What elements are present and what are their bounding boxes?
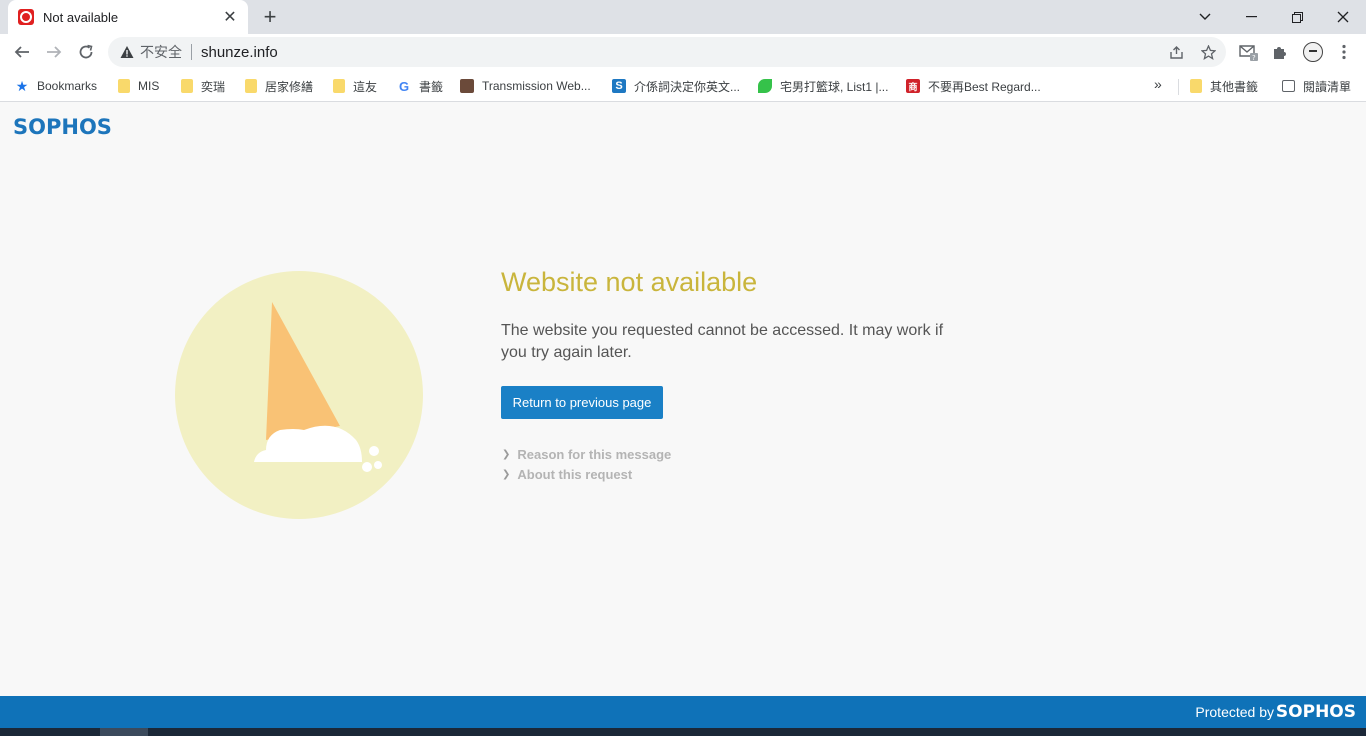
bookmark-item[interactable]: G 書籤 <box>397 76 443 96</box>
bookmark-label: 書籤 <box>419 79 444 94</box>
url-text[interactable]: shunze.info <box>201 44 278 61</box>
bookmark-folder[interactable]: 奕瑞 <box>181 76 225 96</box>
profile-avatar-icon[interactable] <box>1301 40 1325 64</box>
extensions-puzzle-icon[interactable] <box>1268 40 1292 64</box>
not-secure-warning-icon[interactable] <box>120 45 134 59</box>
link-label: About this request <box>517 467 633 482</box>
bookmark-label: 居家修繕 <box>265 79 314 94</box>
return-to-previous-page-button[interactable]: Return to previous page <box>501 386 663 419</box>
reading-list-button[interactable]: 閱讀清單 <box>1282 76 1351 96</box>
bookmark-folder[interactable]: MIS <box>118 76 159 96</box>
page-title: Website not available <box>501 267 758 297</box>
transmission-icon <box>460 79 474 93</box>
tab-search-chevron-icon[interactable] <box>1182 0 1228 34</box>
footer-sophos-logo: SOPHOS <box>1275 702 1356 722</box>
address-bar[interactable]: 不安全 shunze.info <box>108 37 1226 67</box>
bookmark-item[interactable]: 商 不要再Best Regard... <box>906 76 1041 96</box>
protected-by-label: Protected by <box>1195 704 1274 720</box>
bookmark-star-icon[interactable] <box>1198 42 1218 62</box>
folder-icon <box>118 79 130 93</box>
browser-tab[interactable]: Not available ✕ <box>8 0 248 34</box>
menu-kebab-icon[interactable] <box>1332 40 1356 64</box>
bookmark-item[interactable]: ★ Bookmarks <box>15 76 97 96</box>
folder-icon <box>181 79 193 93</box>
tab-strip: Not available ✕ + <box>0 0 1366 34</box>
back-arrow-icon[interactable] <box>8 38 36 66</box>
address-separator <box>191 44 192 60</box>
bookmark-label: 閱讀清單 <box>1303 79 1352 94</box>
gmail-extension-icon[interactable]: ? <box>1237 40 1261 64</box>
folder-icon <box>333 79 345 93</box>
tab-favicon-icon <box>18 9 34 25</box>
new-tab-button[interactable]: + <box>258 5 282 29</box>
leaf-icon <box>758 79 772 93</box>
bookmark-label: MIS <box>138 79 160 93</box>
star-icon: ★ <box>15 77 29 94</box>
security-label[interactable]: 不安全 <box>140 42 182 62</box>
bookmark-folder[interactable]: 居家修繕 <box>245 76 313 96</box>
bookmark-label: 介係詞決定你英文... <box>634 79 741 94</box>
reading-list-icon <box>1282 80 1295 92</box>
bookmark-label: 其他書籤 <box>1210 79 1259 94</box>
blocked-illustration <box>175 271 423 519</box>
forward-arrow-icon[interactable] <box>40 38 68 66</box>
bookmark-folder[interactable]: 這友 <box>333 76 377 96</box>
red-square-icon: 商 <box>906 79 920 93</box>
error-message: The website you requested cannot be acce… <box>501 322 944 361</box>
restore-window-icon[interactable] <box>1274 0 1320 34</box>
reason-for-message-link[interactable]: ❯ Reason for this message <box>502 447 671 462</box>
bookmark-label: 不要再Best Regard... <box>928 79 1041 94</box>
illustration-dot <box>374 461 382 469</box>
share-icon[interactable] <box>1166 42 1186 62</box>
page-content: SOPHOS Website not available The website… <box>0 103 1366 696</box>
reload-icon[interactable] <box>72 38 100 66</box>
folder-icon <box>245 79 257 93</box>
sophos-logo: SOPHOS <box>13 115 112 139</box>
chevron-right-icon: ❯ <box>502 469 511 480</box>
svg-text:?: ? <box>1252 54 1256 61</box>
bookmark-label: Bookmarks <box>37 79 98 93</box>
bookmark-item[interactable]: S 介係詞決定你英文... <box>612 76 740 96</box>
s-icon: S <box>612 79 626 93</box>
bookmark-label: 這友 <box>353 79 378 94</box>
os-taskbar <box>0 728 1366 736</box>
about-this-request-link[interactable]: ❯ About this request <box>502 467 632 482</box>
close-tab-icon[interactable]: ✕ <box>222 7 238 27</box>
footer-bar: Protected by SOPHOS <box>0 696 1366 728</box>
bookmark-item[interactable]: Transmission Web... <box>460 76 591 96</box>
bookmark-label: Transmission Web... <box>482 79 591 93</box>
bookmark-label: 奕瑞 <box>201 79 226 94</box>
close-window-icon[interactable] <box>1320 0 1366 34</box>
minimize-window-icon[interactable] <box>1228 0 1274 34</box>
google-icon: G <box>398 78 410 94</box>
taskbar-item[interactable] <box>100 728 148 736</box>
folder-icon <box>1190 79 1202 93</box>
bookmark-item[interactable]: 宅男打籃球, List1 |... <box>758 76 888 96</box>
more-bookmarks-chevron-icon[interactable]: » <box>1154 76 1162 92</box>
bookmark-label: 宅男打籃球, List1 |... <box>780 79 889 94</box>
bookmark-separator <box>1178 79 1179 95</box>
illustration-dot <box>362 462 372 472</box>
browser-toolbar: 不安全 shunze.info ? <box>0 34 1366 70</box>
chevron-right-icon: ❯ <box>502 449 511 460</box>
illustration-dot <box>369 446 379 456</box>
other-bookmarks-folder[interactable]: 其他書籤 <box>1190 76 1258 96</box>
bookmarks-bar: ★ Bookmarks MIS 奕瑞 居家修繕 這友 G 書籤 Transmis… <box>0 70 1366 102</box>
link-label: Reason for this message <box>517 447 672 462</box>
tab-title: Not available <box>43 9 119 25</box>
